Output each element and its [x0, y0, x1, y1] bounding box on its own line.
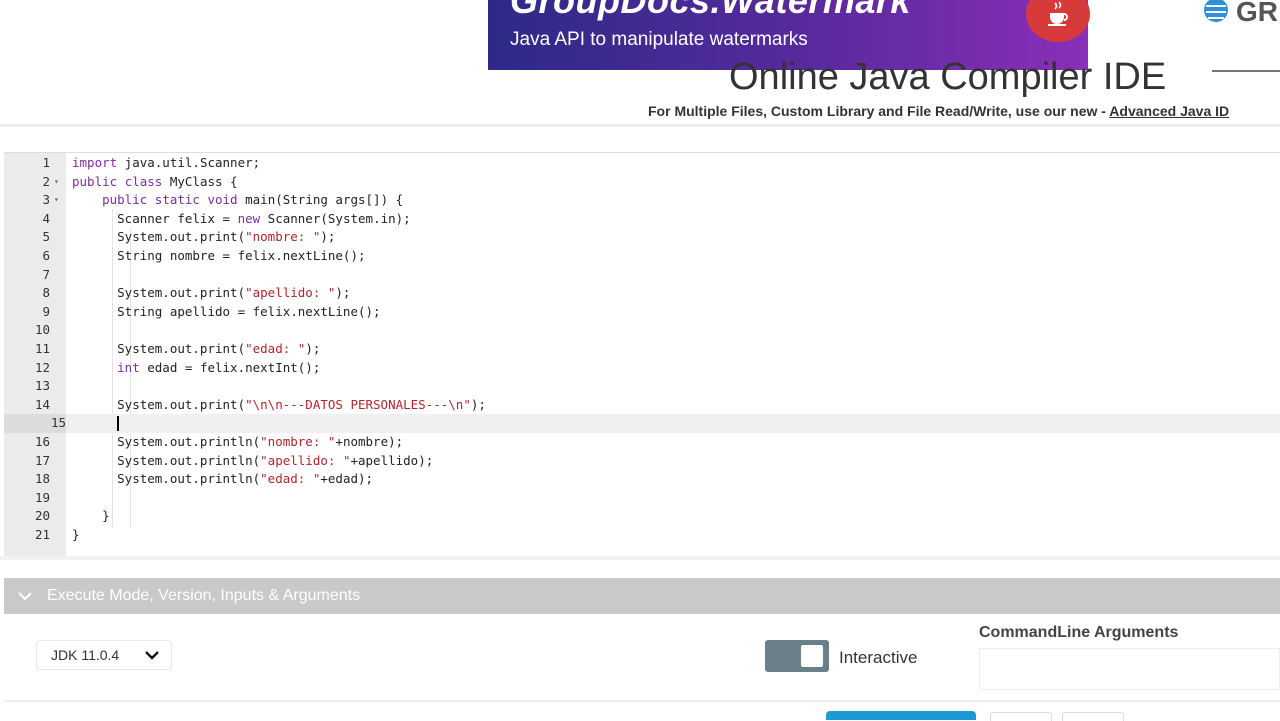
code-text: String apellido = felix.nextLine(); [72, 303, 381, 319]
code-text: System.out.print("edad: "); [72, 341, 321, 356]
code-line[interactable]: 20 } [35, 507, 1280, 526]
code-line[interactable]: 17 System.out.println("apellido: "+apell… [35, 452, 1280, 471]
code-area[interactable]: 1 import java.util.Scanner; 2 ▾ public class… [4, 153, 1280, 557]
code-text: } [72, 508, 110, 524]
subtitle-text: For Multiple Files, Custom Library and F… [648, 103, 1110, 119]
fold-arrow-icon[interactable]: ▾ [54, 173, 59, 192]
header-divider [0, 124, 1280, 127]
line-number: 12 [34, 359, 50, 375]
line-number: 19 [34, 489, 50, 505]
editor-bottom-border [0, 556, 1280, 560]
line-number: 20 [34, 508, 50, 524]
groupdocs-logo-icon [1204, 0, 1228, 22]
advanced-ide-link[interactable]: Advanced Java ID [1109, 103, 1229, 119]
code-line[interactable]: 21} [35, 526, 1280, 545]
line-number: 14 [34, 396, 50, 412]
code-text: String nombre = felix.nextLine(); [72, 248, 366, 263]
code-text: import java.util.Scanner; [72, 155, 261, 170]
page-title: Online Java Compiler IDE [729, 56, 1167, 98]
line-number: 8 [42, 285, 50, 301]
title-divider [1212, 70, 1280, 72]
line-number: 6 [42, 248, 50, 263]
chevron-down-icon [18, 588, 32, 604]
line-number: 1 [42, 155, 50, 170]
line-number: 4 [42, 210, 50, 226]
fold-arrow-icon[interactable]: ▾ [54, 191, 59, 210]
code-line[interactable]: 12 int edad = felix.nextInt(); [35, 359, 1280, 378]
code-line[interactable]: 13 [35, 377, 1280, 396]
cmdline-args-label: CommandLine Arguments [979, 624, 1179, 641]
line-number: 13 [34, 378, 50, 394]
jdk-version-value: JDK 11.0.4 [51, 647, 120, 663]
code-editor[interactable]: 1 import java.util.Scanner; 2 ▾ public class… [4, 152, 1280, 557]
code-line[interactable]: 9 String apellido = felix.nextLine(); [42, 303, 1280, 322]
code-text: Scanner felix = new Scanner(System.in); [72, 210, 411, 226]
brand-corner-text: GR [1236, 0, 1278, 27]
code-line[interactable]: 6 String nombre = felix.nextLine(); [42, 247, 1280, 266]
execute-button[interactable] [826, 711, 976, 720]
code-text: } [72, 527, 80, 542]
interactive-toggle[interactable] [765, 640, 829, 672]
cmdline-args-input[interactable] [979, 648, 1280, 690]
line-number: 11 [34, 341, 50, 356]
code-text: public class MyClass { [72, 173, 238, 189]
brand-corner[interactable]: GR [1198, 0, 1278, 28]
code-text: public static void main(String args[]) { [102, 192, 404, 208]
code-line[interactable]: 4 Scanner felix = new Scanner(System.in)… [42, 210, 1280, 229]
interactive-label: Interactive [839, 648, 918, 667]
line-number: 9 [42, 303, 50, 319]
line-number: 10 [34, 322, 50, 338]
ad-banner-subtitle: Java API to manipulate watermarks [510, 29, 808, 50]
code-text [72, 414, 120, 433]
code-line[interactable]: 16 System.out.println("nombre: "+nombre)… [35, 433, 1280, 452]
code-text: int edad = felix.nextInt(); [117, 359, 321, 375]
code-line[interactable]: 18 System.out.println("edad: "+edad); [35, 470, 1280, 489]
code-text: System.out.print("\n\n---DATOS PERSONALE… [72, 396, 486, 412]
execute-options-toggle[interactable]: Execute Mode, Version, Inputs & Argument… [4, 578, 1280, 614]
code-text: System.out.println("apellido: "+apellido… [72, 452, 434, 468]
code-line[interactable]: 19 [35, 489, 1280, 508]
line-number: 2 [42, 173, 50, 189]
code-line[interactable]: 5 System.out.print("nombre: "); [42, 228, 1280, 247]
chevron-down-icon [145, 651, 159, 660]
line-number: 18 [34, 471, 50, 487]
toggle-knob [801, 645, 823, 667]
code-line[interactable]: 14 System.out.print("\n\n---DATOS PERSON… [35, 396, 1280, 415]
code-text: System.out.println("nombre: "+nombre); [72, 434, 404, 449]
code-text: System.out.println("edad: "+edad); [72, 471, 374, 487]
line-number: 21 [34, 527, 50, 542]
line-number: 15 [4, 414, 66, 433]
text-cursor [117, 416, 120, 432]
code-line[interactable]: 1 import java.util.Scanner; [42, 154, 1280, 173]
code-line[interactable]: 8 System.out.print("apellido: "); [42, 284, 1280, 303]
line-number: 3 [42, 192, 50, 208]
jdk-version-select[interactable]: JDK 11.0.4 [36, 640, 172, 670]
page-subtitle: For Multiple Files, Custom Library and F… [648, 103, 1229, 119]
code-line[interactable]: 11 System.out.print("edad: "); [35, 340, 1280, 359]
code-line[interactable]: 10 [35, 321, 1280, 340]
code-line[interactable]: 15 [4, 414, 1280, 433]
code-line[interactable]: 7 [42, 266, 1280, 285]
code-line[interactable]: 3 ▾ public static void main(String args[]… [42, 191, 1280, 210]
code-text: System.out.print("nombre: "); [72, 229, 336, 245]
ad-banner-title: GroupDocs.Watermark [510, 0, 911, 21]
line-number: 17 [34, 452, 50, 468]
line-number: 16 [34, 434, 50, 449]
line-number: 5 [42, 229, 50, 245]
code-line[interactable]: 2 ▾ public class MyClass { [42, 173, 1280, 192]
line-number: 7 [42, 266, 50, 282]
execute-options-label: Execute Mode, Version, Inputs & Argument… [47, 587, 361, 604]
code-text: System.out.print("apellido: "); [72, 285, 351, 301]
